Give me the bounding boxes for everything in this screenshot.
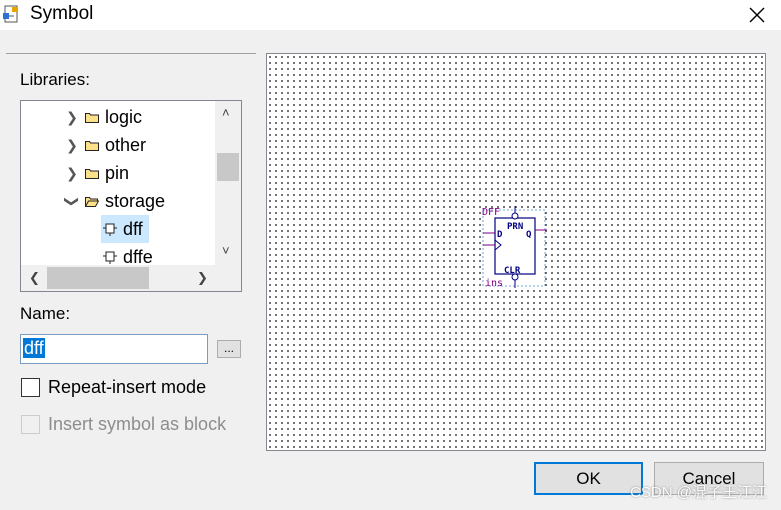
chevron-down-icon[interactable]: ❯ xyxy=(64,192,81,210)
name-input[interactable]: dff xyxy=(20,334,208,364)
tree-item-label: logic xyxy=(105,106,143,127)
tree-item-other[interactable]: ❯ other xyxy=(63,131,146,159)
tree-item-label: pin xyxy=(105,162,130,183)
symbol-type-label: DFF xyxy=(482,207,500,218)
chevron-right-icon[interactable]: ❯ xyxy=(63,109,81,126)
separator xyxy=(6,53,256,54)
repeat-insert-label[interactable]: Repeat-insert mode xyxy=(48,377,206,398)
ok-button[interactable]: OK xyxy=(534,462,643,495)
symbol-icon xyxy=(103,223,117,236)
pin-clr-label: CLR xyxy=(504,266,521,276)
symbol-app-icon xyxy=(3,5,18,23)
title-bar: Symbol xyxy=(0,0,781,30)
tree-item-label: storage xyxy=(105,190,166,211)
scroll-right-icon[interactable]: ❯ xyxy=(197,270,208,286)
folder-icon xyxy=(85,168,99,179)
libraries-label: Libraries: xyxy=(20,70,90,89)
window-title: Symbol xyxy=(30,3,94,24)
open-folder-icon xyxy=(85,196,99,207)
name-input-value: dff xyxy=(23,338,45,358)
watermark: CSDN @混子王江江 xyxy=(630,484,767,501)
symbol-preview: DFF PRN D Q CLR ins xyxy=(266,53,766,451)
scroll-up-icon[interactable]: ˄ xyxy=(222,105,230,120)
pin-q-label: Q xyxy=(526,230,532,240)
instance-label: ins xyxy=(485,278,503,288)
name-label: Name: xyxy=(20,304,71,323)
dff-symbol: DFF PRN D Q CLR ins xyxy=(482,206,547,288)
scroll-down-icon[interactable]: ˅ xyxy=(222,243,230,258)
tree-item-label: other xyxy=(105,134,147,155)
repeat-insert-checkbox[interactable] xyxy=(21,378,40,397)
insert-block-label: Insert symbol as block xyxy=(48,414,227,434)
close-icon[interactable] xyxy=(745,3,769,27)
scrollbar-corner xyxy=(215,263,241,291)
symbol-icon xyxy=(103,251,117,264)
vertical-scroll-thumb[interactable] xyxy=(217,153,239,181)
horizontal-scroll-thumb[interactable] xyxy=(47,267,149,289)
libraries-tree[interactable]: ❯ logic ❯ other ❯ pin ❯ storage dff dffe… xyxy=(20,100,242,292)
scroll-left-icon[interactable]: ❮ xyxy=(29,270,40,286)
folder-icon xyxy=(85,140,99,151)
tree-item-dff[interactable]: dff xyxy=(101,215,151,243)
insert-block-checkbox xyxy=(21,415,40,434)
chevron-right-icon[interactable]: ❯ xyxy=(63,165,81,182)
chevron-right-icon[interactable]: ❯ xyxy=(63,137,81,154)
tree-item-pin[interactable]: ❯ pin xyxy=(63,159,129,187)
horizontal-scrollbar[interactable]: ❮ ❯ xyxy=(21,265,217,291)
tree-item-label: dff xyxy=(123,218,143,239)
tree-item-storage[interactable]: ❯ storage xyxy=(63,187,166,215)
folder-icon xyxy=(85,112,99,123)
pin-d-label: D xyxy=(497,230,503,240)
pin-prn-label: PRN xyxy=(507,222,523,232)
browse-button[interactable]: ... xyxy=(217,340,241,358)
vertical-scrollbar[interactable]: ˄ ˅ xyxy=(215,101,241,265)
tree-item-logic[interactable]: ❯ logic xyxy=(63,103,142,131)
